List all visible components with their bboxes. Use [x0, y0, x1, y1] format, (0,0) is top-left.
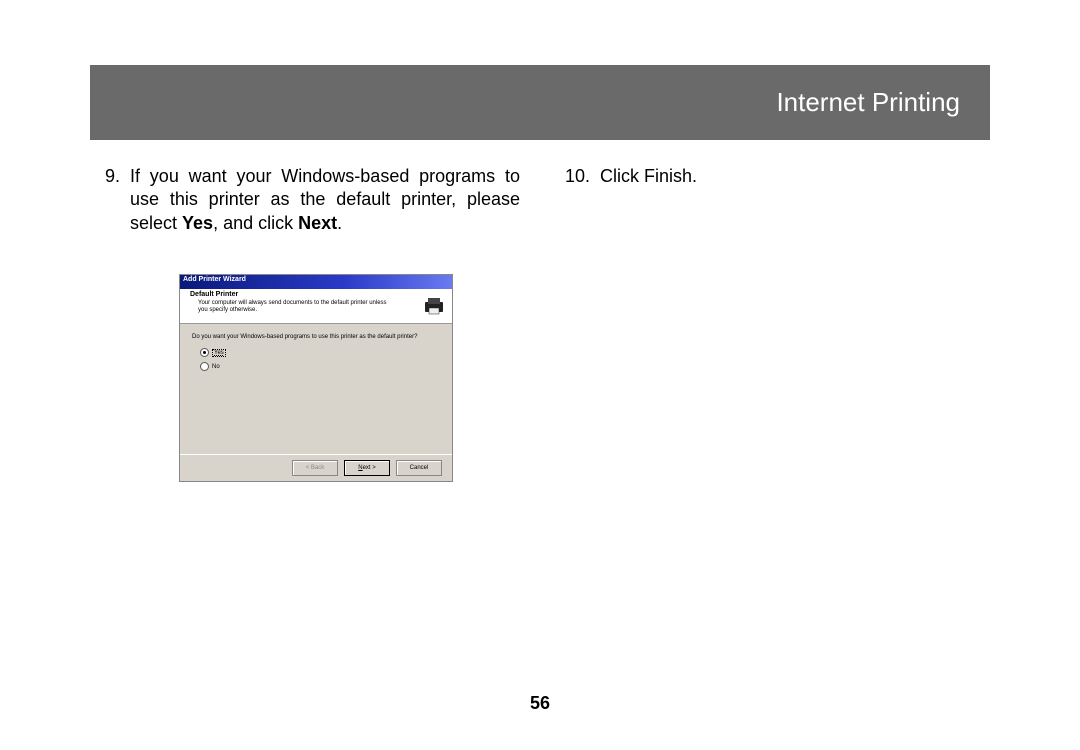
step-10-text: Click Finish. — [600, 165, 990, 188]
radio-no-label: No — [212, 364, 220, 370]
page-number: 56 — [0, 693, 1080, 714]
step-10: 10. Click Finish. — [560, 165, 990, 188]
next-button[interactable]: Next > — [344, 460, 390, 476]
step-10-number: 10. — [560, 165, 600, 188]
wizard-header-title: Default Printer — [190, 291, 238, 298]
wizard-header: Default Printer Your computer will alway… — [180, 289, 452, 324]
section-header: Internet Printing — [90, 65, 990, 140]
wizard-body: Do you want your Windows-based programs … — [180, 324, 452, 454]
back-button[interactable]: < Back — [292, 460, 338, 476]
wizard-figure: Add Printer Wizard Default Printer Your … — [180, 275, 452, 481]
radio-yes-label: Yes — [212, 349, 226, 357]
radio-yes-input[interactable] — [200, 348, 209, 357]
radio-no-input[interactable] — [200, 362, 209, 371]
step-9: 9. If you want your Windows-based progra… — [90, 165, 520, 235]
wizard-question: Do you want your Windows-based programs … — [192, 334, 417, 340]
wizard-header-subtitle: Your computer will always send documents… — [198, 300, 393, 313]
left-column: 9. If you want your Windows-based progra… — [90, 165, 520, 481]
printer-icon — [422, 294, 446, 318]
step-9-text: If you want your Windows-based programs … — [130, 165, 520, 235]
radio-yes[interactable]: Yes — [200, 348, 226, 357]
wizard-footer: < Back Next > Cancel — [180, 454, 452, 481]
cancel-button[interactable]: Cancel — [396, 460, 442, 476]
step-9-number: 9. — [90, 165, 130, 235]
wizard-titlebar: Add Printer Wizard — [180, 275, 452, 289]
radio-no[interactable]: No — [200, 362, 220, 371]
right-column: 10. Click Finish. — [560, 165, 990, 481]
content-columns: 9. If you want your Windows-based progra… — [90, 165, 990, 481]
section-title: Internet Printing — [776, 87, 960, 118]
